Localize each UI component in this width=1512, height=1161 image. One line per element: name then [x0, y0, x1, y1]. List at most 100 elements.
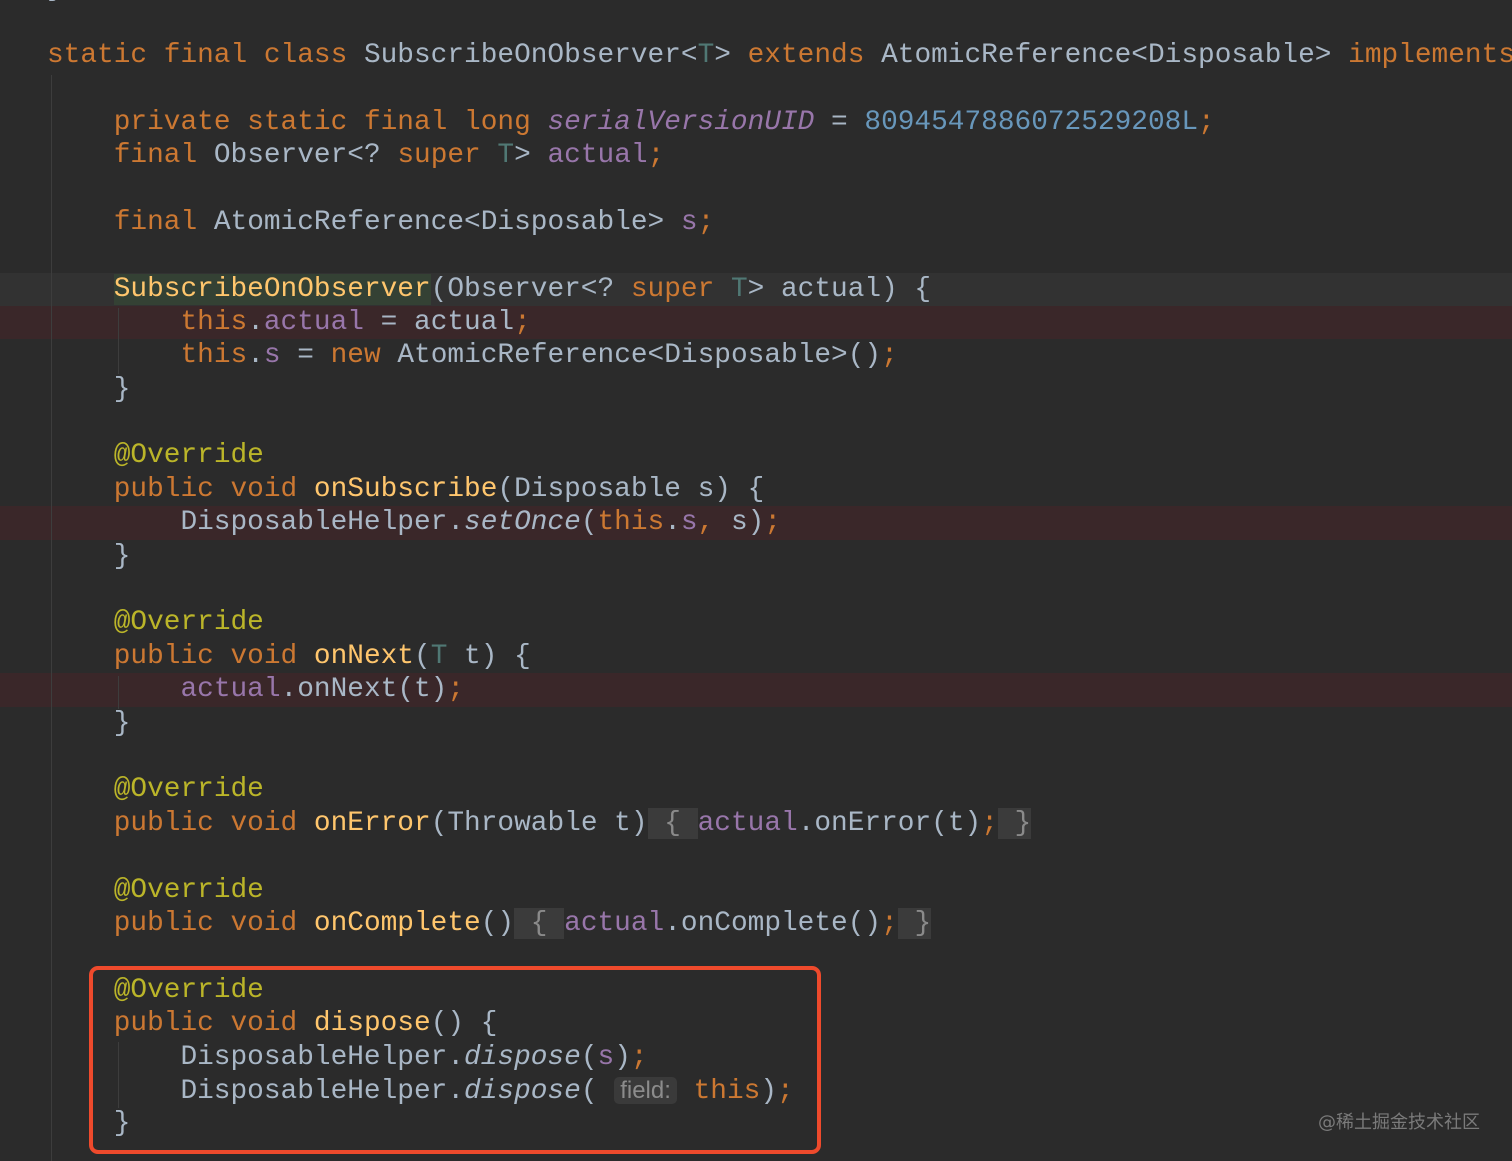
- folded-region[interactable]: {: [514, 907, 565, 939]
- code-token: .onError(t): [797, 807, 982, 839]
- code-line[interactable]: [47, 740, 1512, 773]
- code-token: actual: [180, 674, 281, 706]
- code-token: }: [47, 540, 131, 572]
- code-token: AtomicReference<Disposable>(): [397, 340, 882, 372]
- code-token: SubscribeOnObserver<: [363, 39, 698, 71]
- code-token: public void: [113, 473, 314, 505]
- code-token: s): [730, 507, 765, 539]
- code-token: new: [330, 340, 398, 372]
- code-token: ;: [1198, 106, 1215, 138]
- code-line[interactable]: public void onComplete() { actual.onComp…: [47, 907, 1512, 940]
- code-line[interactable]: static final class SubscribeOnObserver<T…: [47, 39, 1512, 72]
- folded-region[interactable]: }: [897, 907, 932, 939]
- code-line[interactable]: public void onError(Throwable t) { actua…: [47, 807, 1512, 840]
- code-line[interactable]: this.actual = actual;: [0, 305, 1512, 340]
- code-line[interactable]: @Override: [47, 439, 1512, 472]
- code-token: static final class: [47, 39, 364, 71]
- code-token: T: [730, 273, 748, 305]
- code-token: s: [263, 340, 281, 372]
- code-line[interactable]: [47, 840, 1512, 873]
- folded-region[interactable]: }: [997, 807, 1032, 839]
- code-line[interactable]: [47, 239, 1512, 272]
- code-token: super: [630, 273, 731, 305]
- code-line[interactable]: }: [47, 707, 1512, 740]
- code-line[interactable]: this.s = new AtomicReference<Disposable>…: [47, 339, 1512, 372]
- code-token: serialVersionUID: [547, 106, 815, 138]
- code-token: ;: [764, 507, 782, 539]
- code-line[interactable]: DisposableHelper.setOnce(this.s, s);: [0, 506, 1512, 541]
- code-token: =: [814, 106, 865, 138]
- code-token: @Override: [113, 874, 264, 906]
- code-token: final: [113, 206, 214, 238]
- code-token: = actual: [363, 306, 515, 338]
- code-line[interactable]: [47, 72, 1512, 105]
- code-line[interactable]: actual.onNext(t);: [0, 673, 1512, 707]
- code-token: t) {: [447, 640, 531, 672]
- code-token: (Observer<?: [430, 273, 631, 305]
- code-token: ;: [881, 340, 898, 372]
- dispose-method-highlight-box: [89, 966, 821, 1154]
- code-line[interactable]: [47, 406, 1512, 439]
- code-token: ;: [697, 206, 715, 238]
- code-line[interactable]: final AtomicReference<Disposable> s;: [47, 206, 1512, 239]
- code-token: actual: [263, 306, 364, 338]
- code-token: onError: [313, 807, 431, 839]
- code-token: extends: [747, 39, 882, 71]
- code-token: }: [47, 707, 131, 739]
- code-line[interactable]: public void onNext(T t) {: [47, 640, 1512, 673]
- code-token: }: [47, 0, 64, 4]
- code-token: DisposableHelper.: [47, 507, 465, 539]
- code-token: actual: [547, 139, 648, 171]
- code-token: public void: [113, 640, 314, 672]
- code-token: (: [414, 640, 431, 672]
- code-token: .: [247, 306, 264, 338]
- code-line[interactable]: final Observer<? super T> actual;: [47, 139, 1512, 172]
- code-line[interactable]: }: [47, 373, 1512, 406]
- code-token: Observer<?: [213, 139, 398, 171]
- code-token: private static final long: [113, 106, 548, 138]
- code-token: public void: [113, 907, 314, 939]
- code-token: super: [397, 139, 498, 171]
- code-token: T: [497, 139, 515, 171]
- code-token: (: [580, 507, 598, 539]
- code-line[interactable]: public void onSubscribe(Disposable s) {: [47, 473, 1512, 506]
- code-line[interactable]: @Override: [47, 874, 1512, 907]
- code-token: (Disposable s) {: [497, 473, 765, 505]
- code-token: setOnce: [464, 507, 581, 539]
- code-token: @Override: [113, 607, 264, 639]
- code-line[interactable]: [47, 5, 1512, 38]
- code-token: ,: [697, 507, 731, 539]
- code-token: @Override: [113, 774, 264, 806]
- code-token: .: [247, 340, 264, 372]
- code-token: AtomicReference<Disposable>: [213, 206, 681, 238]
- code-line[interactable]: private static final long serialVersionU…: [47, 106, 1512, 139]
- code-line[interactable]: [47, 573, 1512, 606]
- code-line[interactable]: @Override: [47, 606, 1512, 639]
- code-line[interactable]: }: [47, 540, 1512, 573]
- code-token: (Throwable t): [430, 807, 648, 839]
- folded-region[interactable]: {: [647, 807, 698, 839]
- code-token: 8094547886072529208L: [864, 106, 1199, 138]
- code-line[interactable]: @Override: [47, 773, 1512, 806]
- code-token: }: [47, 373, 131, 405]
- code-token: onComplete: [313, 907, 481, 939]
- code-line[interactable]: [47, 172, 1512, 205]
- code-token: .onNext(t): [280, 674, 448, 706]
- code-token: >: [514, 139, 548, 171]
- code-token: actual: [564, 907, 665, 939]
- code-token: >: [714, 39, 748, 71]
- watermark: @稀土掘金技术社区: [1318, 1112, 1480, 1133]
- code-token: ;: [981, 807, 998, 839]
- code-token: @Override: [113, 440, 264, 472]
- code-line[interactable]: SubscribeOnObserver(Observer<? super T> …: [0, 272, 1512, 307]
